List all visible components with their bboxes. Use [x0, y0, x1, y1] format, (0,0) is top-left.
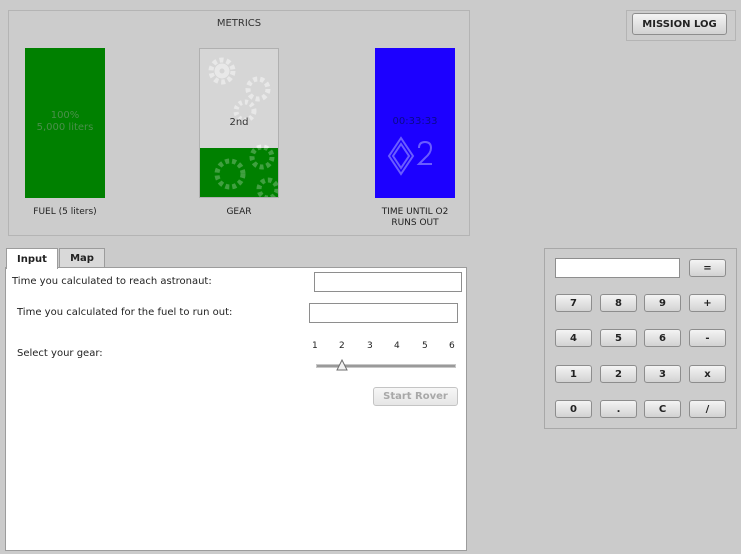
o2-label-line2: RUNS OUT	[391, 218, 439, 228]
calculator-key-decimal[interactable]: .	[600, 400, 637, 418]
o2-label: TIME UNTIL O2 RUNS OUT	[355, 207, 475, 229]
gear-tick-6: 6	[449, 341, 455, 351]
gear-tick-2: 2	[339, 341, 345, 351]
astronaut-time-label: Time you calculated to reach astronaut:	[12, 276, 212, 287]
fuel-label: FUEL (5 liters)	[33, 207, 97, 217]
calculator-key-0[interactable]: 0	[555, 400, 592, 418]
calculator-key-minus[interactable]: -	[689, 329, 726, 347]
tab-input[interactable]: Input	[6, 248, 58, 269]
calculator-display[interactable]	[555, 258, 680, 278]
calculator-key-plus[interactable]: +	[689, 294, 726, 312]
fuel-percent: 100%	[50, 110, 80, 121]
calculator-key-9[interactable]: 9	[644, 294, 681, 312]
calculator-key-1[interactable]: 1	[555, 365, 592, 383]
gear-select-label: Select your gear:	[17, 348, 103, 359]
gear-meter: 2nd	[199, 48, 279, 198]
gear-slider-thumb[interactable]	[336, 359, 348, 371]
metrics-title: METRICS	[216, 18, 262, 29]
metrics-panel: METRICS 100% 5,000 liters FUEL (5 liters…	[8, 10, 470, 236]
mission-log-button[interactable]: MISSION LOG	[632, 13, 727, 35]
calculator-key-clear[interactable]: C	[644, 400, 681, 418]
calculator-key-2[interactable]: 2	[600, 365, 637, 383]
calculator-key-6[interactable]: 6	[644, 329, 681, 347]
gear-tick-5: 5	[422, 341, 428, 351]
o2-icon	[387, 136, 433, 176]
calculator-key-3[interactable]: 3	[644, 365, 681, 383]
calculator-equals-button[interactable]: =	[689, 259, 726, 277]
fuel-readout: 100% 5,000 liters	[25, 110, 105, 134]
gear-label: GEAR	[226, 207, 252, 217]
o2-label-line1: TIME UNTIL O2	[381, 207, 449, 217]
gear-value: 2nd	[229, 117, 249, 128]
fuel-meter: 100% 5,000 liters	[25, 48, 105, 198]
gear-tick-1: 1	[312, 341, 318, 351]
astronaut-time-input[interactable]	[314, 272, 462, 292]
gear-tick-4: 4	[394, 341, 400, 351]
calculator-key-5[interactable]: 5	[600, 329, 637, 347]
calculator-key-multiply[interactable]: x	[689, 365, 726, 383]
tab-map[interactable]: Map	[59, 248, 105, 268]
calculator-key-7[interactable]: 7	[555, 294, 592, 312]
gear-tick-3: 3	[367, 341, 373, 351]
o2-time: 00:33:33	[392, 116, 438, 127]
start-rover-button[interactable]: Start Rover	[373, 387, 458, 406]
calculator-key-4[interactable]: 4	[555, 329, 592, 347]
fuel-liters: 5,000 liters	[36, 122, 94, 133]
calculator-key-divide[interactable]: /	[689, 400, 726, 418]
o2-meter: 00:33:33	[375, 48, 455, 198]
fuel-time-input[interactable]	[309, 303, 458, 323]
calculator-key-8[interactable]: 8	[600, 294, 637, 312]
fuel-time-label: Time you calculated for the fuel to run …	[17, 307, 233, 318]
